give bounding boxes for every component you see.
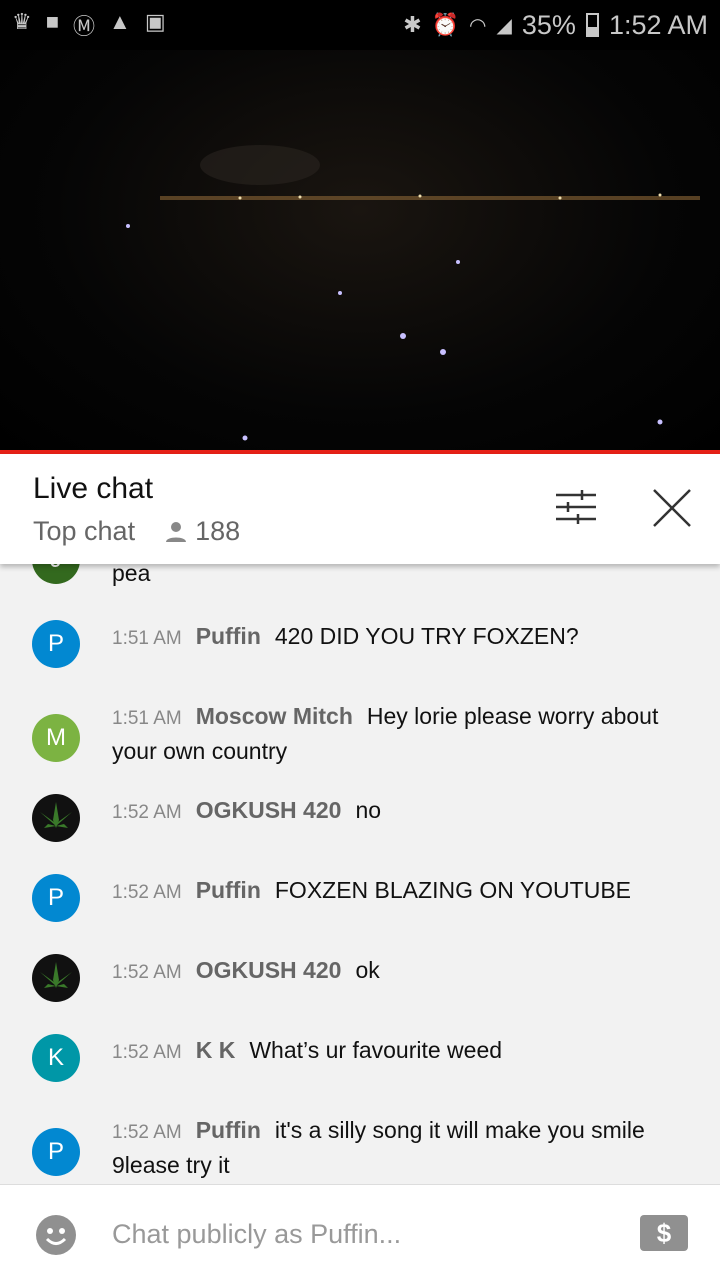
bluetooth-icon: ✱ — [403, 12, 422, 37]
message-text: Hey lorie please worry about your own co… — [112, 703, 659, 764]
person-icon — [166, 521, 187, 542]
battery-icon — [585, 13, 599, 37]
message-author[interactable]: Puffin — [196, 877, 261, 903]
message-text: What’s ur favourite weed — [249, 1037, 503, 1063]
image-icon: ▣ — [144, 9, 166, 34]
warning-icon: ▲ — [109, 9, 131, 34]
wifi-icon: ◠ — [469, 14, 487, 37]
avatar[interactable]: P — [32, 620, 80, 668]
avatar-initial: P — [47, 884, 64, 911]
chat-messages[interactable]: J1:51 AMJames Mstupid lorie a brain the … — [0, 540, 720, 1182]
video-player[interactable] — [0, 50, 720, 450]
viewer-count: 188 — [165, 516, 240, 547]
video-frame — [126, 145, 700, 441]
message-text: FOXZEN BLAZING ON YOUTUBE — [274, 877, 632, 903]
chat-input-bar: Chat publicly as Puffin... $ — [0, 1184, 720, 1280]
avatar-initial: P — [47, 630, 64, 657]
clock: 1:52 AM — [608, 9, 708, 40]
filter-settings-icon[interactable] — [556, 490, 596, 524]
avatar-initial: K — [47, 1044, 64, 1071]
avatar[interactable]: P — [32, 874, 80, 922]
avatar[interactable]: M — [32, 714, 80, 762]
alarm-icon: ⏰ — [431, 12, 460, 37]
message-author[interactable]: Moscow Mitch — [196, 703, 353, 729]
message-time: 1:52 AM — [112, 962, 182, 983]
folder-icon: ■ — [45, 9, 60, 34]
chat-input[interactable]: Chat publicly as Puffin... — [112, 1219, 401, 1250]
message-text: ok — [355, 957, 380, 983]
message-time: 1:52 AM — [112, 1122, 182, 1143]
crown-icon: ♛ — [12, 9, 32, 34]
viewer-count-value: 188 — [195, 516, 241, 546]
close-icon[interactable] — [652, 488, 692, 528]
avatar-cannabis-leaf-icon[interactable] — [32, 794, 80, 842]
status-bar: ♛ ■ Ⓜ ▲ ▣ ✱ ⏰ ◠ ◢ 35% 1:52 AM — [0, 0, 720, 50]
message-text: 420 DID YOU TRY FOXZEN? — [274, 623, 579, 649]
message-text: no — [355, 797, 382, 823]
signal-icon: ◢ — [496, 14, 512, 37]
message-author[interactable]: K K — [196, 1037, 236, 1063]
chat-mode-selector[interactable]: Top chat — [33, 516, 135, 547]
chat-title: Live chat — [33, 472, 154, 505]
message-time: 1:52 AM — [112, 1042, 182, 1063]
m-app-icon: Ⓜ — [73, 14, 96, 39]
message-author[interactable]: Puffin — [196, 623, 261, 649]
message-author[interactable]: OGKUSH 420 — [196, 797, 342, 823]
message-time: 1:51 AM — [112, 708, 182, 729]
message-author[interactable]: Puffin — [196, 1117, 261, 1143]
emoji-icon[interactable] — [36, 1215, 76, 1255]
battery-percent: 35% — [521, 9, 576, 40]
message-time: 1:52 AM — [112, 882, 182, 903]
chat-header: Live chat Top chat 188 — [0, 454, 720, 564]
message-author[interactable]: OGKUSH 420 — [196, 957, 342, 983]
avatar-initial: P — [47, 1138, 64, 1165]
avatar-cannabis-leaf-icon[interactable] — [32, 954, 80, 1002]
message-time: 1:52 AM — [112, 802, 182, 823]
avatar[interactable]: P — [32, 1128, 80, 1176]
message-text: it's a silly song it will make you smile… — [112, 1117, 645, 1178]
avatar[interactable]: K — [32, 1034, 80, 1082]
message-time: 1:51 AM — [112, 628, 182, 649]
avatar-initial: M — [46, 724, 66, 751]
super-chat-button[interactable]: $ — [640, 1215, 688, 1251]
